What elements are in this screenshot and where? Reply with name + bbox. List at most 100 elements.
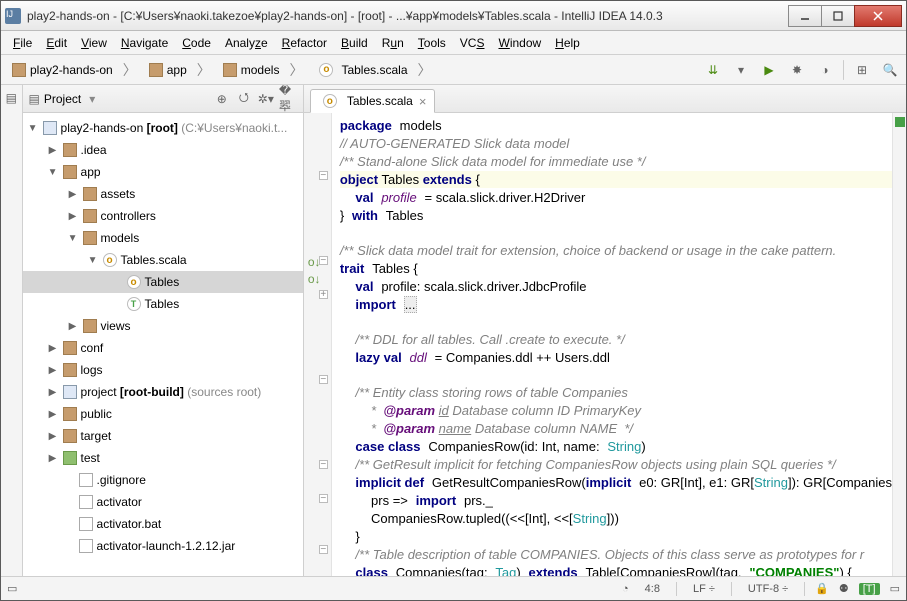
scala-object-icon: o [319,63,333,77]
menu-run[interactable]: Run [376,34,410,52]
close-button[interactable] [854,5,902,27]
menu-file[interactable]: File [7,34,38,52]
tree-test[interactable]: ▶test [23,447,303,469]
tree-public[interactable]: ▶public [23,403,303,425]
tree-project[interactable]: ▶project [root-build] (sources root) [23,381,303,403]
tree-app[interactable]: ▼app [23,161,303,183]
fold-toggle-icon[interactable]: − [319,375,328,384]
left-gutter: ▤ [1,85,23,576]
search-button[interactable]: 🔍 [880,60,900,80]
file-icon [79,517,93,531]
project-combo-icon[interactable]: ▤ [29,92,40,106]
structure-button[interactable]: ⊞ [852,60,872,80]
make-button[interactable]: ⇊ [703,60,723,80]
status-caret-pos[interactable]: 4:8 [639,583,666,595]
coverage-button[interactable]: ◑ [815,60,835,80]
fold-toggle-icon[interactable]: − [319,256,328,265]
folder-icon [63,143,77,157]
project-tree[interactable]: ▼play2-hands-on [root] (C:¥Users¥naoki.t… [23,113,303,576]
menu-vcs[interactable]: VCS [454,34,491,52]
tree-assets[interactable]: ▶assets [23,183,303,205]
menu-window[interactable]: Window [492,34,547,52]
window-title: play2-hands-on - [C:¥Users¥naoki.takezoe… [27,9,789,23]
code-editor[interactable]: package models // AUTO-GENERATED Slick d… [332,113,892,576]
menu-analyze[interactable]: Analyze [219,34,274,52]
maximize-button[interactable] [821,5,855,27]
status-insert-badge[interactable]: [T] [859,583,880,595]
tree-activator-bat[interactable]: activator.bat [23,513,303,535]
menu-navigate[interactable]: Navigate [115,34,174,52]
file-icon [79,539,93,553]
editor-area: o Tables.scala × o↓ o↓ − − + − − − − pac… [304,85,906,576]
minimize-button[interactable] [788,5,822,27]
tree-activator[interactable]: activator [23,491,303,513]
analysis-ok-icon[interactable] [895,117,905,127]
crumb-app[interactable]: app〉 [144,58,218,82]
menu-code[interactable]: Code [176,34,217,52]
status-line-sep[interactable]: LF ÷ [687,583,721,595]
tree-root[interactable]: ▼play2-hands-on [root] (C:¥Users¥naoki.t… [23,117,303,139]
folder-icon [83,187,97,201]
fold-toggle-icon[interactable]: − [319,460,328,469]
scroll-from-source-icon[interactable]: ⊕ [213,90,231,108]
tree-gitignore[interactable]: .gitignore [23,469,303,491]
statusbar: ▭ ◔ 4:8 LF ÷ UTF-8 ÷ 🔒 ⚉ [T] ▭ [1,576,906,600]
status-context-icon[interactable]: ◔ [622,583,629,595]
run-button[interactable]: ▶ [759,60,779,80]
fold-toggle-icon[interactable]: − [319,171,328,180]
menu-build[interactable]: Build [335,34,374,52]
tree-activator-jar[interactable]: activator-launch-1.2.12.jar [23,535,303,557]
settings-dropdown-icon[interactable]: ✲▾ [257,90,275,108]
fold-toggle-icon[interactable]: − [319,494,328,503]
hide-panel-icon[interactable]: �翆 [279,90,297,108]
project-header: ▤ Project ▾ ⊕ ⭯ ✲▾ �翆 [23,85,303,113]
folder-icon [83,209,97,223]
editor-tab-tables[interactable]: o Tables.scala × [310,89,436,113]
status-notifications-icon[interactable]: ▭ [890,582,900,595]
main-split: ▤ ▤ Project ▾ ⊕ ⭯ ✲▾ �翆 ▼play2-hands-on [r… [1,85,906,576]
titlebar[interactable]: play2-hands-on - [C:¥Users¥naoki.takezoe… [1,1,906,31]
fold-toggle-icon[interactable]: − [319,545,328,554]
project-dropdown-icon[interactable]: ▾ [89,92,95,106]
implement-marker-icon[interactable]: o↓ [308,272,321,286]
tree-logs[interactable]: ▶logs [23,359,303,381]
tree-tables-scala[interactable]: ▼oTables.scala [23,249,303,271]
scala-object-icon: o [323,94,337,108]
close-tab-icon[interactable]: × [419,94,427,109]
toolbar-right: ⇊ ▾ ▶ ✸ ◑ ⊞ 🔍 [703,60,900,80]
editor-gutter[interactable]: o↓ o↓ − − + − − − − [304,113,332,576]
folder-icon [63,429,77,443]
object-icon: o [127,275,141,289]
crumb-file[interactable]: oTables.scala〉 [310,58,438,82]
tree-target[interactable]: ▶target [23,425,303,447]
tree-controllers[interactable]: ▶controllers [23,205,303,227]
tree-conf[interactable]: ▶conf [23,337,303,359]
tree-tables-object[interactable]: oTables [23,271,303,293]
tree-models[interactable]: ▼models [23,227,303,249]
folder-icon [83,231,97,245]
status-hector-icon[interactable]: ⚉ [839,582,849,595]
menu-edit[interactable]: Edit [40,34,73,52]
trait-icon: T [127,297,141,311]
debug-button[interactable]: ✸ [787,60,807,80]
menu-help[interactable]: Help [549,34,586,52]
menubar: File Edit View Navigate Code Analyze Ref… [1,31,906,55]
project-title[interactable]: Project [44,92,81,106]
tree-views[interactable]: ▶views [23,315,303,337]
toolbar-separator [843,60,844,80]
tree-idea[interactable]: ▶.idea [23,139,303,161]
menu-view[interactable]: View [75,34,113,52]
collapse-all-icon[interactable]: ⭯ [235,90,253,108]
crumb-root[interactable]: play2-hands-on〉 [7,58,144,82]
readonly-lock-icon[interactable]: 🔒 [815,582,829,595]
tree-tables-trait[interactable]: TTables [23,293,303,315]
menu-refactor[interactable]: Refactor [276,34,333,52]
run-config-dropdown[interactable]: ▾ [731,60,751,80]
structure-tool-icon[interactable]: ▤ [6,91,17,105]
menu-tools[interactable]: Tools [412,34,452,52]
fold-expand-icon[interactable]: + [319,290,328,299]
status-encoding[interactable]: UTF-8 ÷ [742,583,794,595]
status-messages-icon[interactable]: ▭ [7,582,17,595]
error-stripe[interactable] [892,113,906,576]
crumb-models[interactable]: models〉 [218,58,311,82]
